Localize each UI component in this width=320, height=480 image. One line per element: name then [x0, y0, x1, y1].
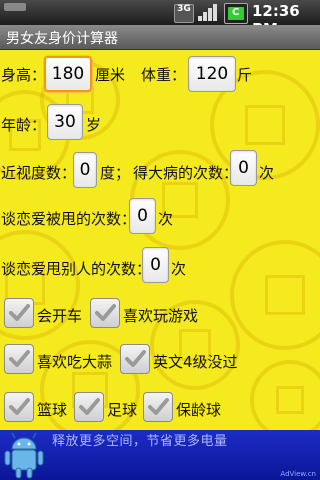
android-robot-icon — [4, 432, 44, 479]
checkbox-bowling[interactable] — [143, 392, 173, 422]
signal-strength-icon — [198, 4, 218, 21]
dumped-unit: 次 — [158, 210, 174, 228]
weight-label: 体重： — [141, 66, 187, 84]
dumping-unit: 次 — [171, 260, 187, 278]
checkbox-label-garlic[interactable]: 喜欢吃大蒜 — [37, 351, 112, 372]
checkmark-icon — [9, 398, 30, 415]
dumped-input[interactable]: 0 — [129, 198, 156, 234]
checkbox-label-gaming[interactable]: 喜欢玩游戏 — [123, 305, 198, 326]
checkmark-icon — [125, 350, 146, 367]
age-label: 年龄： — [1, 116, 47, 134]
ad-text: 释放更多空间，节省更多电量 — [52, 434, 228, 449]
myopia-label: 近视度数： — [1, 164, 77, 182]
dumping-input[interactable]: 0 — [142, 247, 169, 283]
app-title-bar: 男女友身价计算器 — [0, 25, 320, 50]
checkbox-gaming[interactable] — [90, 298, 120, 328]
checkbox-drive[interactable] — [4, 298, 34, 328]
app-title: 男女友身价计算器 — [6, 31, 118, 47]
checkbox-basketball[interactable] — [4, 392, 34, 422]
checkbox-label-football[interactable]: 足球 — [107, 399, 137, 420]
weight-input[interactable]: 120 — [188, 56, 236, 92]
notification-icon — [4, 3, 26, 11]
dumping-label: 谈恋爱甩别人的次数： — [1, 260, 152, 278]
battery-icon — [224, 3, 248, 24]
illness-label: 得大病的次数： — [133, 164, 239, 182]
checkmark-icon — [148, 398, 169, 415]
illness-unit: 次 — [259, 164, 275, 182]
weight-unit: 斤 — [237, 66, 253, 84]
checkbox-label-drive[interactable]: 会开车 — [37, 305, 82, 326]
age-unit: 岁 — [86, 116, 102, 134]
ad-provider-label: AdView.cn — [280, 470, 316, 478]
height-label: 身高： — [1, 66, 47, 84]
illness-input[interactable]: 0 — [230, 150, 257, 186]
network-3g-icon: 3G — [174, 4, 194, 23]
checkmark-icon — [9, 304, 30, 321]
checkmark-icon — [9, 350, 30, 367]
checkmark-icon — [79, 398, 100, 415]
ad-banner[interactable]: 释放更多空间，节省更多电量 AdView.cn — [0, 430, 320, 480]
checkbox-garlic[interactable] — [4, 344, 34, 374]
checkmark-icon — [95, 304, 116, 321]
myopia-input[interactable]: 0 — [73, 152, 97, 188]
checkbox-cet4[interactable] — [120, 344, 150, 374]
age-input[interactable]: 30 — [47, 104, 83, 140]
myopia-unit: 度； — [100, 164, 131, 182]
checkbox-football[interactable] — [74, 392, 104, 422]
checkbox-label-bowling[interactable]: 保龄球 — [176, 399, 221, 420]
checkbox-label-basketball[interactable]: 篮球 — [37, 399, 67, 420]
dumped-label: 谈恋爱被甩的次数： — [1, 210, 137, 228]
height-unit: 厘米 — [95, 66, 126, 84]
status-bar: 3G 12:36 PM — [0, 0, 320, 38]
height-input[interactable]: 180 — [44, 56, 92, 92]
checkbox-label-cet4[interactable]: 英文4级没过 — [153, 351, 238, 372]
